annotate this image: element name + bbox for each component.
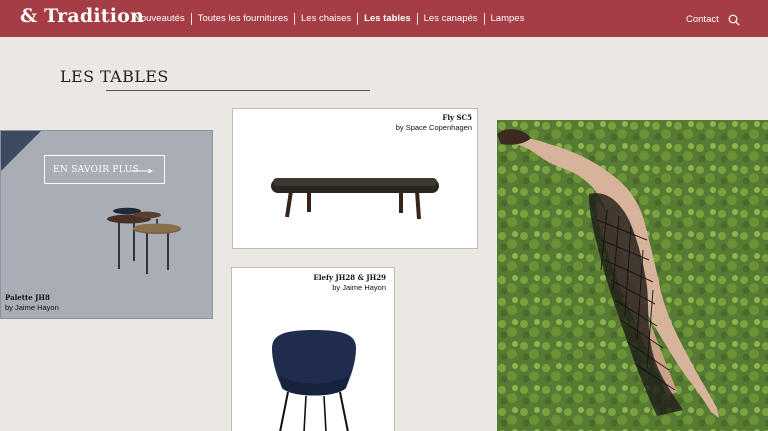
nav-item-les-canapes[interactable]: Les canapés — [416, 13, 484, 25]
palette-caption: Palette JH8 by Jaime Hayon — [5, 293, 59, 313]
title-divider — [106, 90, 370, 91]
palette-table-image — [107, 207, 181, 274]
search-icon[interactable] — [728, 14, 740, 26]
nav-item-lampes[interactable]: Lampes — [483, 13, 531, 25]
nav-item-toutes-les-fournitures[interactable]: Toutes les fournitures — [190, 13, 294, 25]
nav-item-les-tables[interactable]: Les tables — [357, 13, 416, 25]
contact-link[interactable]: Contact — [686, 14, 719, 25]
fly-caption: Fly SC5 by Space Copenhagen — [396, 113, 472, 133]
product-card-palette[interactable]: EN SAVOIR PLUS Palette JH8 by Jaime Hayo… — [0, 130, 213, 319]
editorial-photo — [497, 120, 768, 431]
product-name: Elefy JH28 & JH29 — [313, 273, 387, 282]
elefy-chair-image — [272, 330, 356, 431]
page-title: LES TABLES — [60, 67, 169, 86]
nav-item-nouveautes[interactable]: Nouveautés — [128, 13, 191, 25]
product-card-fly[interactable]: Fly SC5 by Space Copenhagen — [232, 108, 478, 249]
learn-more-label: EN SAVOIR PLUS — [53, 164, 139, 175]
grass-model-photo — [497, 120, 768, 431]
product-designer: by Space Copenhagen — [395, 123, 472, 132]
product-designer: by Jaime Hayon — [332, 283, 386, 292]
main-nav: Nouveautés Toutes les fournitures Les ch… — [128, 13, 530, 25]
elefy-caption: Elefy JH28 & JH29 by Jaime Hayon — [314, 273, 387, 293]
site-header: & Tradition Nouveautés Toutes les fourni… — [0, 0, 768, 37]
fly-table-image — [271, 178, 439, 220]
nav-item-les-chaises[interactable]: Les chaises — [294, 13, 357, 25]
product-card-elefy[interactable]: Elefy JH28 & JH29 by Jaime Hayon — [231, 267, 395, 431]
corner-accent — [1, 131, 41, 171]
product-name: Palette JH8 — [5, 293, 50, 302]
product-name: Fly SC5 — [442, 113, 472, 122]
learn-more-button[interactable]: EN SAVOIR PLUS — [44, 155, 165, 184]
arrow-right-icon — [131, 169, 153, 173]
brand-logo[interactable]: & Tradition — [20, 5, 144, 27]
product-designer: by Jaime Hayon — [5, 303, 59, 312]
